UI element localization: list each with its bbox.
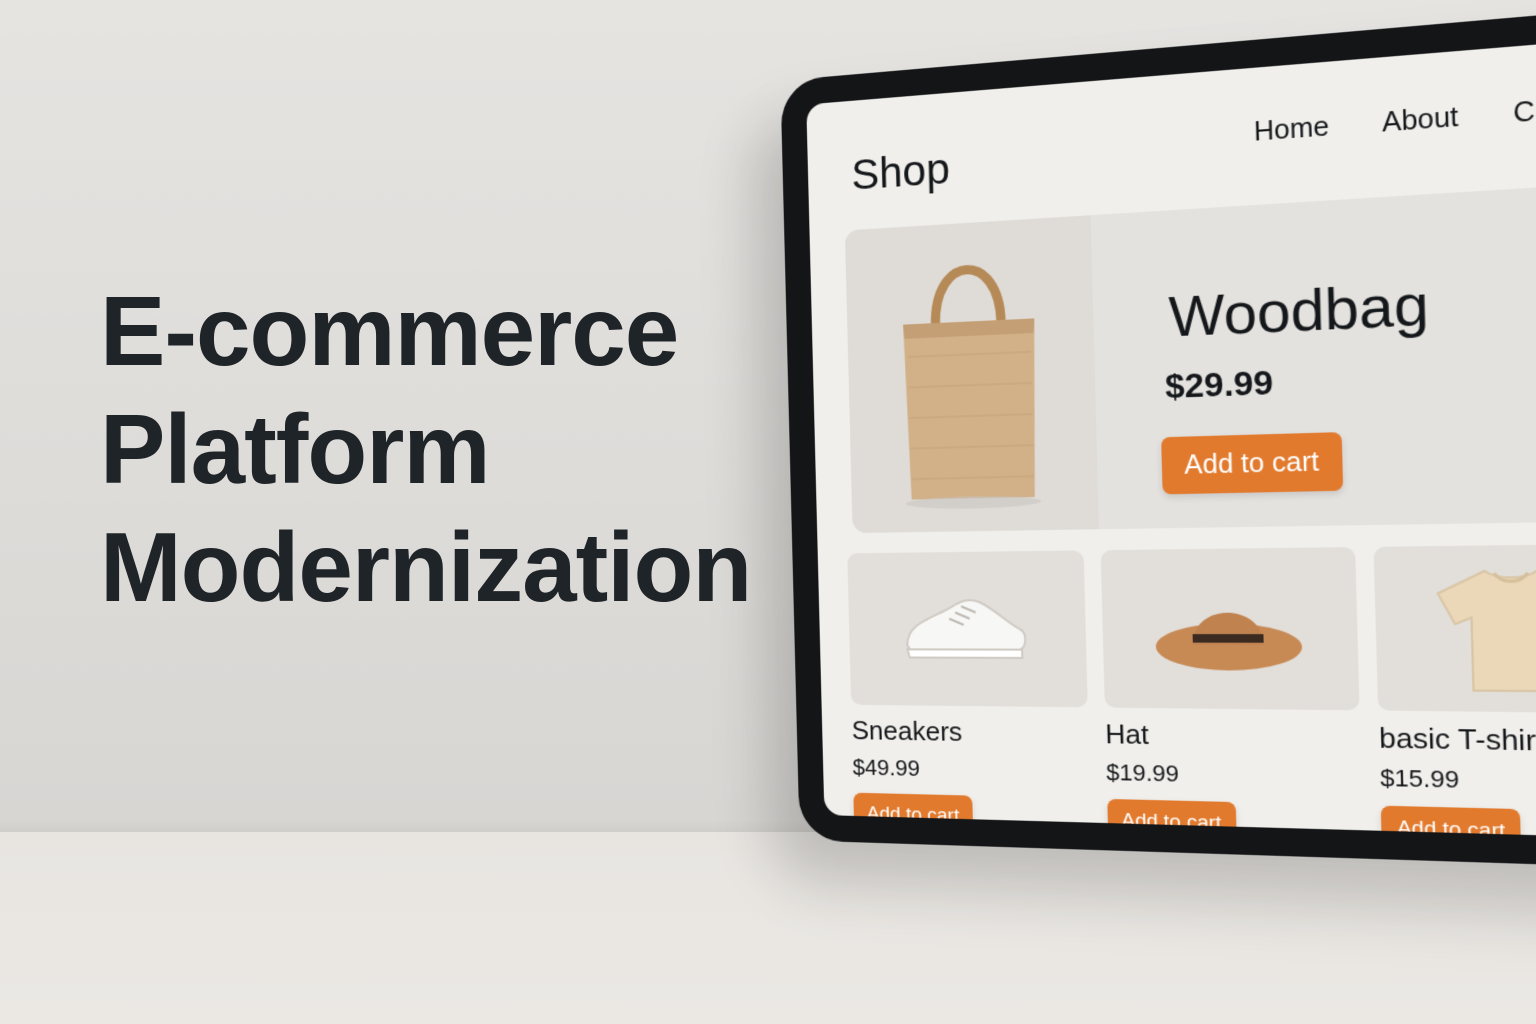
product-grid: Sneakers $49.99 Add to cart Hat $19.99 A… <box>847 543 1536 840</box>
nav-link-contact[interactable]: Contact <box>1513 90 1536 130</box>
product-image-tshirt[interactable] <box>1373 543 1536 714</box>
shop-logo[interactable]: Shop <box>851 144 951 200</box>
sneaker-icon <box>898 587 1033 670</box>
nav-links: Home About Contact <box>1254 90 1536 148</box>
add-to-cart-button-hat[interactable]: Add to cart <box>1106 798 1237 840</box>
product-price-tshirt: $15.99 <box>1379 764 1460 794</box>
headline: E-commerce Platform Modernization <box>100 272 752 626</box>
nav-link-home[interactable]: Home <box>1254 111 1330 148</box>
featured-product-name[interactable]: Woodbag <box>1168 271 1430 350</box>
nav-link-about[interactable]: About <box>1382 102 1459 139</box>
product-name-tshirt[interactable]: basic T-shirt <box>1379 722 1536 761</box>
add-to-cart-button-tshirt[interactable]: Add to cart <box>1381 805 1522 840</box>
product-name-sneakers[interactable]: Sneakers <box>851 715 1088 750</box>
featured-product-image[interactable] <box>844 215 1100 534</box>
product-card-tshirt: basic T-shirt $15.99 Add to cart <box>1373 543 1536 840</box>
add-to-cart-button-sneakers[interactable]: Add to cart <box>853 792 974 839</box>
product-card-hat: Hat $19.99 Add to cart <box>1100 547 1363 840</box>
headline-line-2: Platform <box>100 394 491 504</box>
headline-line-3: Modernization <box>100 512 752 622</box>
hat-icon <box>1155 612 1303 671</box>
featured-product-price: $29.99 <box>1164 363 1274 406</box>
product-image-hat[interactable] <box>1100 547 1361 711</box>
featured-add-to-cart-button[interactable]: Add to cart <box>1161 432 1344 495</box>
shop-navbar: Shop Home About Contact <box>850 81 1536 200</box>
product-name-hat[interactable]: Hat <box>1105 718 1362 755</box>
tablet-device: Shop Home About Contact Woodbag $29.99 A… <box>780 1 1536 871</box>
tshirt-icon <box>1427 561 1536 696</box>
product-price-sneakers: $49.99 <box>852 754 921 782</box>
floor-surface <box>0 832 1536 1024</box>
tote-bag-icon <box>903 237 1042 510</box>
tablet-screen: Shop Home About Contact Woodbag $29.99 A… <box>806 33 1536 840</box>
product-price-hat: $19.99 <box>1105 759 1180 787</box>
product-card-sneakers: Sneakers $49.99 Add to cart <box>847 550 1091 839</box>
featured-product-card: Woodbag $29.99 Add to cart <box>844 181 1536 534</box>
headline-line-1: E-commerce <box>100 276 679 386</box>
product-image-sneakers[interactable] <box>847 550 1088 708</box>
